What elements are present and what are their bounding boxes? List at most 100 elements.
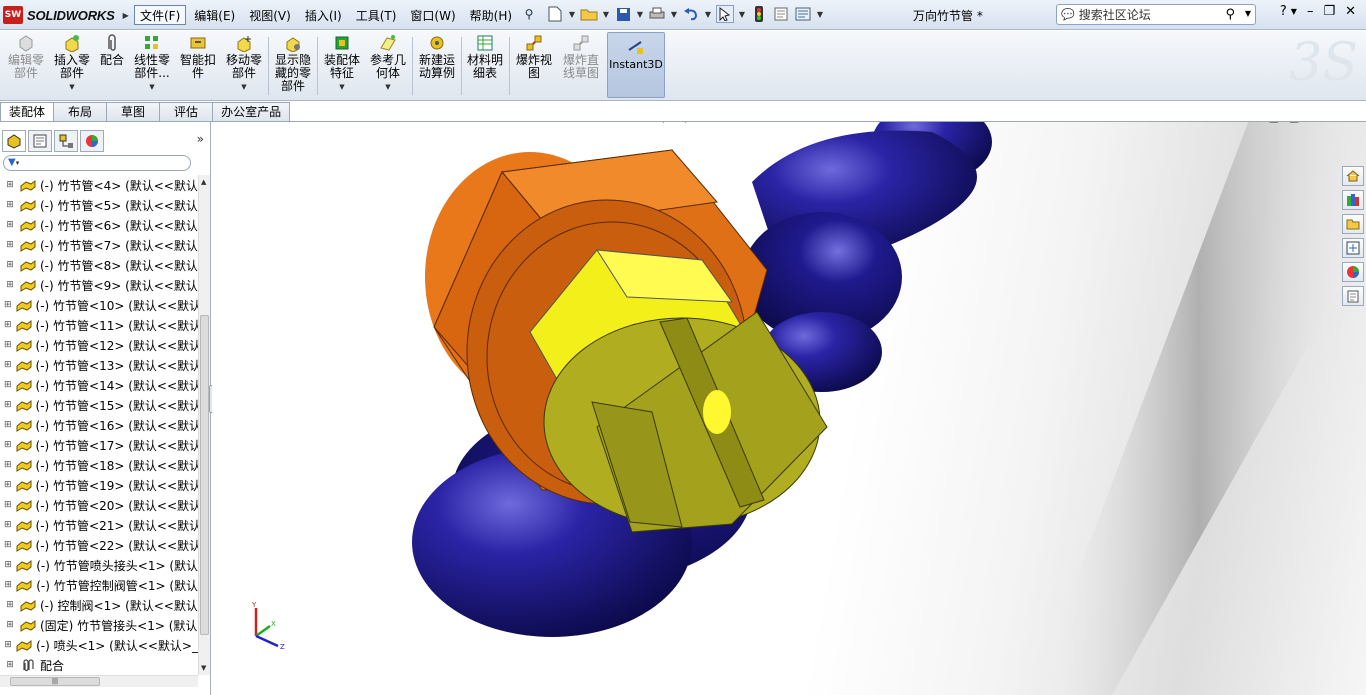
tree-item-component[interactable]: ⊞ (-) 竹节管<21> (默认<<默认: [0, 515, 198, 535]
assembly-features-button[interactable]: 装配体 特征 ▼: [320, 34, 364, 98]
close-icon[interactable]: ✕: [1345, 4, 1356, 19]
select-cursor-icon[interactable]: [716, 5, 734, 23]
viewport-minimize-icon[interactable]: –: [1309, 122, 1315, 124]
view-palette-icon[interactable]: [1342, 238, 1364, 258]
mate-button[interactable]: 配合: [96, 34, 128, 98]
expand-toggle-icon[interactable]: ⊞: [4, 660, 16, 670]
file-explorer-folder-icon[interactable]: [1342, 214, 1364, 234]
exploded-view-button[interactable]: 爆炸视 图: [512, 34, 556, 98]
insert-component-dropdown-icon[interactable]: ▼: [69, 81, 74, 94]
expand-toggle-icon[interactable]: ⊞: [4, 180, 16, 190]
tree-item-component[interactable]: ⊞ (-) 竹节管<17> (默认<<默认: [0, 435, 198, 455]
expand-toggle-icon[interactable]: ⊞: [4, 580, 12, 590]
design-library-icon[interactable]: [1342, 190, 1364, 210]
tree-item-component[interactable]: ⊞ (-) 竹节管<13> (默认<<默认: [0, 355, 198, 375]
tree-item-component[interactable]: ⊞ (-) 竹节管控制阀管<1> (默认: [0, 575, 198, 595]
tree-horizontal-scrollbar[interactable]: |||: [0, 675, 198, 687]
smart-fasteners-button[interactable]: 智能扣 件: [176, 34, 220, 98]
feature-manager-tab-icon[interactable]: [2, 130, 26, 152]
app-logo[interactable]: SW SOLIDWORKS ▶: [3, 5, 129, 25]
expand-toggle-icon[interactable]: ⊞: [4, 640, 12, 650]
display-style-icon[interactable]: [760, 122, 776, 124]
scroll-thumb[interactable]: [200, 315, 209, 635]
instant3d-button[interactable]: Instant3D: [607, 32, 665, 98]
tab-evaluate[interactable]: 评估: [159, 102, 214, 122]
expand-toggle-icon[interactable]: ⊞: [4, 220, 16, 230]
expand-toggle-icon[interactable]: ⊞: [4, 200, 16, 210]
print-icon[interactable]: [648, 5, 666, 23]
expand-toggle-icon[interactable]: ⊞: [4, 400, 12, 410]
menu-window[interactable]: 窗口(W): [404, 5, 461, 25]
menu-tools[interactable]: 工具(T): [350, 5, 403, 25]
tree-item-component[interactable]: ⊞ (-) 竹节管<19> (默认<<默认: [0, 475, 198, 495]
move-component-dropdown-icon[interactable]: ▼: [241, 81, 246, 94]
menu-view[interactable]: 视图(V): [243, 5, 297, 25]
edit-component-button[interactable]: 编辑零 部件: [4, 34, 48, 98]
zoom-to-area-icon[interactable]: [672, 122, 688, 124]
tree-item-component[interactable]: ⊞ (-) 竹节管喷头接头<1> (默认: [0, 555, 198, 575]
menu-file[interactable]: 文件(F): [134, 5, 187, 25]
tree-item-component[interactable]: ⊞ (-) 竹节管<11> (默认<<默认: [0, 315, 198, 335]
undo-icon[interactable]: [682, 5, 700, 23]
explode-line-sketch-button[interactable]: 爆炸直 线草图: [558, 34, 604, 98]
tree-item-component[interactable]: ⊞ (-) 竹节管<5> (默认<<默认: [0, 195, 198, 215]
tree-item-component[interactable]: ⊞ (-) 竹节管<7> (默认<<默认: [0, 235, 198, 255]
tree-item-component[interactable]: ⊞ (-) 竹节管<16> (默认<<默认: [0, 415, 198, 435]
tree-item-component[interactable]: ⊞ (-) 竹节管<9> (默认<<默认: [0, 275, 198, 295]
move-component-button[interactable]: 移动零 部件 ▼: [222, 34, 266, 98]
expand-toggle-icon[interactable]: ⊞: [4, 500, 12, 510]
tab-layout[interactable]: 布局: [53, 102, 108, 122]
community-search[interactable]: 💬 ⚲ ▼: [1056, 4, 1256, 25]
display-manager-tab-icon[interactable]: [80, 130, 104, 152]
reference-geometry-button[interactable]: 参考几 何体 ▼: [366, 34, 410, 98]
insert-component-button[interactable]: 插入零 部件 ▼: [50, 34, 94, 98]
tree-item-component[interactable]: ⊞ (固定) 竹节管接头<1> (默认: [0, 615, 198, 635]
tree-item-component[interactable]: ⊞ (-) 竹节管<8> (默认<<默认: [0, 255, 198, 275]
expand-toggle-icon[interactable]: ⊞: [4, 380, 12, 390]
reference-geometry-dropdown-icon[interactable]: ▼: [385, 81, 390, 94]
graphics-area[interactable]: ◫ ◫ – ❐ ✕: [212, 122, 1366, 695]
help-icon[interactable]: ?: [1280, 4, 1287, 19]
tree-item-component[interactable]: ⊞ (-) 控制阀<1> (默认<<默认: [0, 595, 198, 615]
configuration-manager-tab-icon[interactable]: [54, 130, 78, 152]
expand-toggle-icon[interactable]: ⊞: [4, 420, 12, 430]
tree-item-component[interactable]: ⊞ (-) 竹节管<20> (默认<<默认: [0, 495, 198, 515]
view-orientation-icon[interactable]: [738, 122, 754, 124]
scroll-down-icon[interactable]: ▼: [201, 664, 206, 672]
options-icon[interactable]: [794, 5, 812, 23]
tree-item-component[interactable]: ⊞ (-) 竹节管<4> (默认<<默认: [0, 175, 198, 195]
viewport-close-icon[interactable]: ✕: [1345, 122, 1354, 124]
filter-dropdown-icon[interactable]: ▾: [16, 159, 20, 167]
undo-dropdown-icon[interactable]: ▼: [704, 5, 712, 23]
open-dropdown-icon[interactable]: ▼: [602, 5, 610, 23]
edit-appearance-icon[interactable]: [804, 122, 820, 124]
solidworks-resources-home-icon[interactable]: [1342, 166, 1364, 186]
menu-edit[interactable]: 编辑(E): [188, 5, 241, 25]
expand-toggle-icon[interactable]: ⊞: [4, 360, 12, 370]
tree-item-component[interactable]: ⊞ (-) 竹节管<14> (默认<<默认: [0, 375, 198, 395]
view-settings-icon[interactable]: [848, 122, 864, 124]
pane-expand-icon[interactable]: »: [197, 132, 204, 146]
tree-vertical-scrollbar[interactable]: ▲ ▼: [198, 175, 210, 675]
expand-toggle-icon[interactable]: ⊞: [4, 300, 12, 310]
show-hidden-components-button[interactable]: 显示隐 藏的零 部件: [270, 34, 316, 98]
linear-pattern-dropdown-icon[interactable]: ▼: [149, 81, 154, 94]
assembly-features-dropdown-icon[interactable]: ▼: [339, 81, 344, 94]
pin-icon[interactable]: ⚲: [520, 5, 538, 23]
expand-toggle-icon[interactable]: ⊞: [4, 340, 12, 350]
new-motion-study-button[interactable]: 新建运 动算例: [414, 34, 460, 98]
tree-item-mates[interactable]: ⊞ 配合: [0, 655, 198, 675]
options-dropdown-icon[interactable]: ▼: [816, 5, 824, 23]
expand-toggle-icon[interactable]: ⊞: [4, 240, 16, 250]
tree-item-component[interactable]: ⊞ (-) 竹节管<6> (默认<<默认: [0, 215, 198, 235]
expand-toggle-icon[interactable]: ⊞: [4, 460, 12, 470]
viewport-restore-icon[interactable]: ❐: [1325, 122, 1335, 124]
search-dropdown-icon[interactable]: ▼: [1245, 9, 1251, 18]
hide-show-items-icon[interactable]: [782, 122, 798, 124]
expand-toggle-icon[interactable]: ⊞: [4, 560, 12, 570]
tree-item-component[interactable]: ⊞ (-) 竹节管<15> (默认<<默认: [0, 395, 198, 415]
tree-filter[interactable]: ▼▾: [3, 155, 191, 171]
tab-office-products[interactable]: 办公室产品: [212, 102, 291, 122]
save-dropdown-icon[interactable]: ▼: [636, 5, 644, 23]
tree-item-component[interactable]: ⊞ (-) 竹节管<18> (默认<<默认: [0, 455, 198, 475]
